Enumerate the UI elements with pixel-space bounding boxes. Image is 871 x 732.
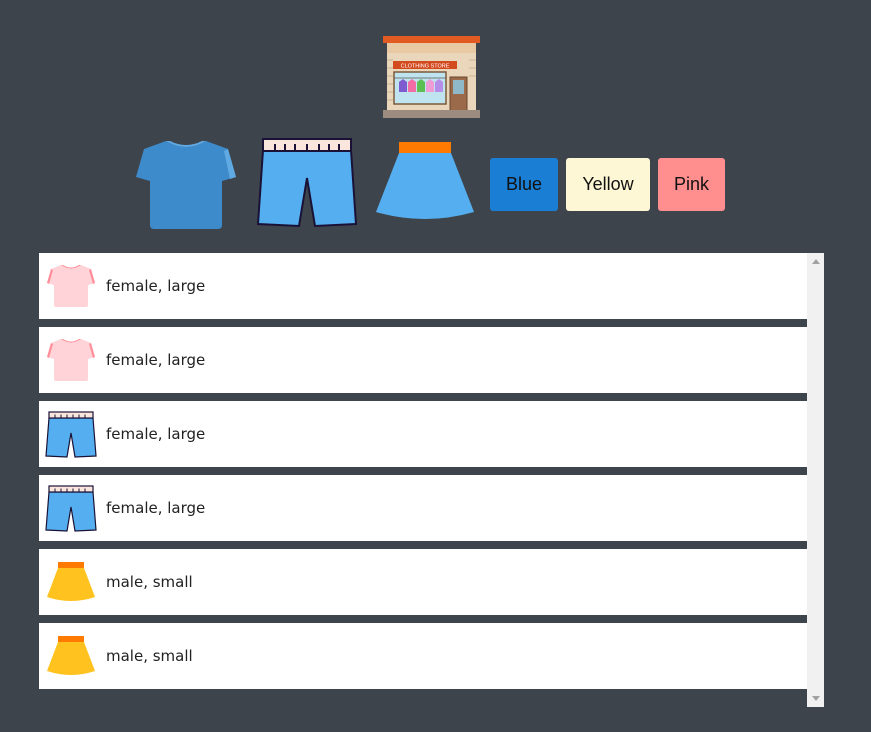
list-item[interactable]: male, small <box>39 623 807 689</box>
list-item[interactable]: female, large <box>39 475 807 541</box>
tshirt-icon <box>47 265 95 307</box>
item-description: female, large <box>106 351 206 369</box>
list-item[interactable]: male, small <box>39 549 807 615</box>
tshirt-filter-icon[interactable] <box>136 139 236 229</box>
skirt-icon <box>47 562 95 601</box>
item-description: female, large <box>106 425 206 443</box>
scroll-up-arrow-icon[interactable] <box>812 259 820 264</box>
shorts-filter-icon[interactable] <box>257 138 357 228</box>
shorts-icon <box>45 411 97 458</box>
list-item[interactable]: female, large <box>39 401 807 467</box>
item-description: male, small <box>106 647 193 665</box>
item-description: male, small <box>106 573 193 591</box>
pink-color-button[interactable]: Pink <box>658 158 725 211</box>
list-item[interactable]: female, large <box>39 327 807 393</box>
item-description: female, large <box>106 277 206 295</box>
item-description: female, large <box>106 499 206 517</box>
page: CLOTHING STORE Blue Yellow Pink female, … <box>0 0 871 732</box>
list-item[interactable]: female, large <box>39 253 807 319</box>
blue-color-button[interactable]: Blue <box>490 158 558 211</box>
scroll-down-arrow-icon[interactable] <box>812 696 820 701</box>
list-scrollbar[interactable] <box>807 253 824 707</box>
store-sign-text: CLOTHING STORE <box>401 64 450 70</box>
clothing-store-icon: CLOTHING STORE <box>383 36 480 118</box>
shorts-icon <box>45 485 97 532</box>
skirt-filter-icon[interactable] <box>375 142 475 222</box>
item-list[interactable]: female, large female, large female, larg… <box>39 253 824 707</box>
item-list-content: female, large female, large female, larg… <box>39 253 807 697</box>
skirt-icon <box>47 636 95 675</box>
yellow-color-button[interactable]: Yellow <box>566 158 650 211</box>
tshirt-icon <box>47 339 95 381</box>
